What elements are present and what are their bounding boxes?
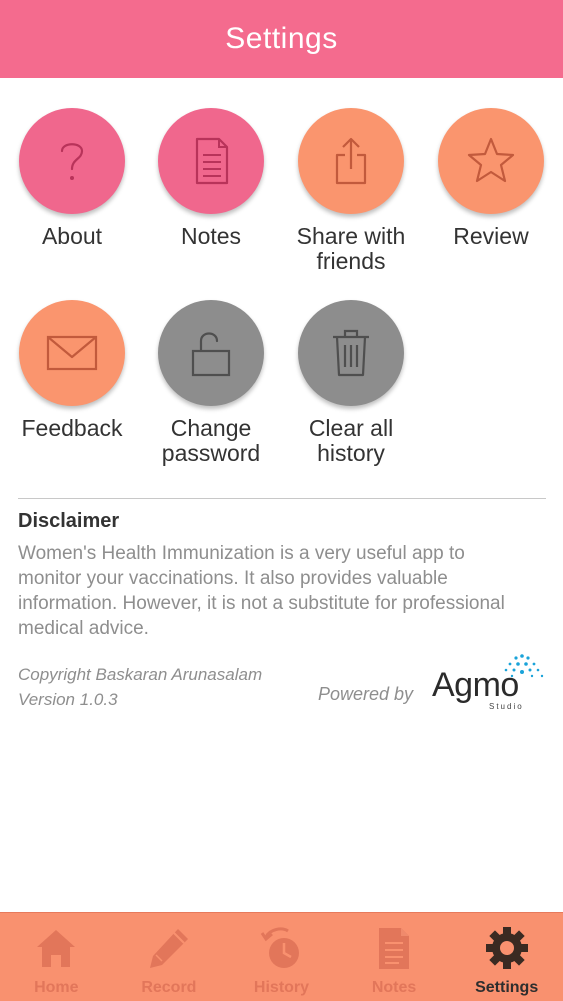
- tab-settings[interactable]: Settings: [450, 913, 563, 1001]
- tab-notes-label: Notes: [371, 979, 417, 996]
- tab-home[interactable]: Home: [0, 913, 113, 1001]
- envelope-icon: [46, 335, 98, 371]
- notes-icon: [379, 928, 410, 969]
- share-button[interactable]: Share with friends: [281, 108, 421, 274]
- change-password-button[interactable]: Change password: [141, 300, 281, 466]
- notes-circle[interactable]: [158, 108, 264, 214]
- powered-by-text: Powered by: [318, 684, 414, 704]
- unlock-icon: [191, 332, 231, 377]
- disclaimer-body: Women's Health Immunization is a very us…: [18, 543, 505, 639]
- about-label: About: [41, 223, 103, 249]
- review-label: Review: [453, 223, 529, 249]
- document-icon: [195, 137, 229, 185]
- about-circle[interactable]: [19, 108, 125, 214]
- agmo-logo[interactable]: Agmo Studio: [432, 652, 548, 714]
- clear-history-label: Clear all history: [308, 415, 394, 466]
- share-label: Share with friends: [296, 223, 406, 274]
- clear-history-button[interactable]: Clear all history: [281, 300, 421, 466]
- about-button[interactable]: About: [2, 108, 142, 249]
- gear-icon: [485, 927, 528, 969]
- notes-label: Notes: [180, 223, 242, 249]
- share-icon: [335, 137, 367, 185]
- divider: [18, 498, 546, 499]
- tab-settings-label: Settings: [475, 979, 539, 996]
- star-icon: [467, 137, 515, 183]
- tab-history[interactable]: History: [225, 913, 338, 1001]
- home-icon: [37, 930, 76, 967]
- version-text: Version 1.0.3: [18, 690, 118, 709]
- tab-record[interactable]: Record: [113, 913, 226, 1001]
- page-title: Settings: [225, 22, 338, 55]
- review-circle[interactable]: [438, 108, 544, 214]
- header-bar: Settings: [0, 0, 563, 78]
- feedback-label: Feedback: [21, 415, 123, 441]
- pencil-icon: [149, 929, 188, 968]
- question-icon: [60, 143, 84, 180]
- agmo-studio: Studio: [489, 702, 524, 711]
- tab-record-label: Record: [141, 979, 197, 996]
- copyright-text: Copyright Baskaran Arunasalam: [18, 665, 263, 684]
- change-password-circle[interactable]: [158, 300, 264, 406]
- tab-notes[interactable]: Notes: [338, 913, 451, 1001]
- history-clock-icon: [261, 927, 300, 968]
- notes-button[interactable]: Notes: [141, 108, 281, 249]
- clear-history-circle[interactable]: [298, 300, 404, 406]
- disclaimer-title: Disclaimer: [18, 510, 120, 532]
- copyright-block: Copyright Baskaran Arunasalam Version 1.…: [18, 662, 262, 712]
- tab-home-label: Home: [34, 979, 79, 996]
- feedback-circle[interactable]: [19, 300, 125, 406]
- share-circle[interactable]: [298, 108, 404, 214]
- feedback-button[interactable]: Feedback: [2, 300, 142, 441]
- trash-icon: [333, 329, 369, 377]
- tab-bar: Home Record History Notes Settings: [0, 912, 563, 1001]
- tab-history-label: History: [253, 979, 310, 996]
- agmo-brand: Agmo: [432, 666, 519, 704]
- change-password-label: Change password: [161, 415, 261, 466]
- review-button[interactable]: Review: [421, 108, 561, 249]
